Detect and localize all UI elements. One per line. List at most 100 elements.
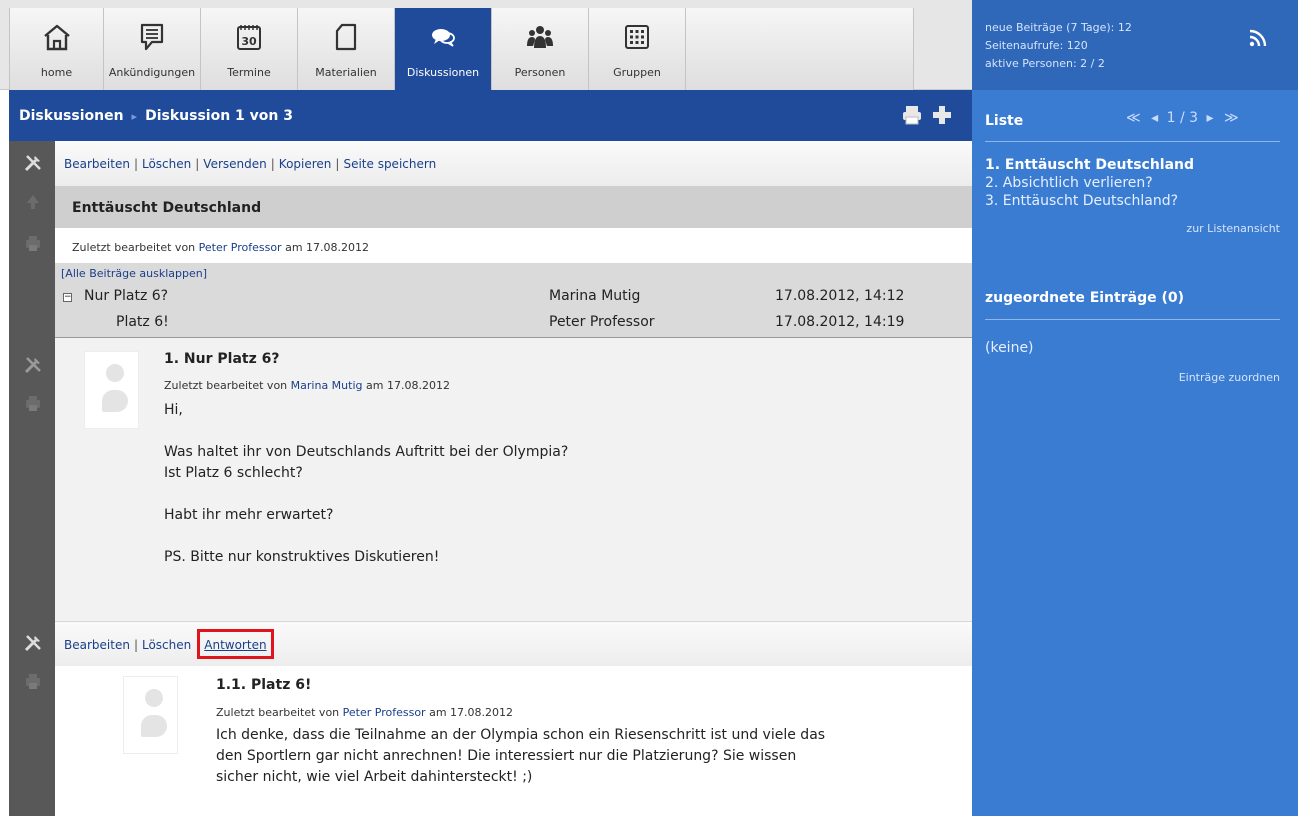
- discussion-title-bar: Enttäuscht Deutschland: [55, 186, 972, 228]
- calendar-day: 30: [241, 35, 257, 48]
- save-page-link[interactable]: Seite speichern: [343, 157, 436, 171]
- list-item[interactable]: 1. Enttäuscht Deutschland: [985, 157, 1194, 173]
- post-paragraph: Habt ihr mehr erwartet?: [164, 507, 334, 523]
- assigned-heading: zugeordnete Einträge (0): [985, 290, 1185, 306]
- tab-termine[interactable]: 30 Termine: [201, 8, 298, 90]
- announcement-icon: [140, 23, 164, 51]
- avatar: [84, 351, 139, 429]
- reply-tools-icon[interactable]: [23, 633, 43, 653]
- author-link[interactable]: Peter Professor: [343, 706, 426, 719]
- tree-title: Nur Platz 6?: [84, 288, 169, 304]
- tab-label: Gruppen: [613, 66, 661, 79]
- discussion-actions: Bearbeiten | Löschen | Versenden | Kopieren | Se…: [55, 141, 972, 186]
- next-page-icon[interactable]: ▸: [1206, 110, 1213, 126]
- send-link[interactable]: Versenden: [203, 157, 266, 171]
- post-tree: [Alle Beiträge ausklappen] − Nur Platz 6?…: [55, 263, 972, 338]
- module-tabs: home Ankündigungen 30 Termine Materialie…: [9, 8, 914, 90]
- tab-personen[interactable]: Personen: [492, 8, 589, 90]
- post-print-icon[interactable]: [23, 393, 43, 413]
- discussion-edited-info: Zuletzt bearbeitet von Peter Professor a…: [55, 228, 972, 263]
- post-body: Ich denke, dass die Teilnahme an der Oly…: [216, 725, 825, 788]
- discussion-content: Bearbeiten | Löschen | Versenden | Kopieren | Se…: [55, 141, 972, 816]
- prev-page-icon[interactable]: ◂: [1151, 110, 1158, 126]
- list-view-link[interactable]: zur Listenansicht: [1186, 222, 1280, 235]
- first-page-icon[interactable]: ≪: [1126, 110, 1141, 126]
- tab-label: Personen: [514, 66, 566, 79]
- post-paragraph: Was haltet ihr von Deutschlands Auftritt…: [164, 444, 569, 460]
- edited-prefix: Zuletzt bearbeitet von: [164, 379, 288, 392]
- calendar-icon: 30: [237, 25, 261, 50]
- bookmark-icon[interactable]: [23, 191, 43, 211]
- edited-on: am: [285, 241, 303, 254]
- edited-date: 17.08.2012: [306, 241, 370, 254]
- post-paragraph: den Sportlern gar nicht anrechnen! Die i…: [216, 748, 797, 764]
- post-paragraph: Ist Platz 6 schlecht?: [164, 465, 303, 481]
- tab-home[interactable]: home: [9, 8, 104, 90]
- tools-icon[interactable]: [23, 153, 43, 173]
- tab-label: Termine: [227, 66, 271, 79]
- edited-prefix: Zuletzt bearbeitet von: [72, 241, 196, 254]
- breadcrumb-current: Diskussion 1 von 3: [145, 108, 293, 124]
- edited-by-link[interactable]: Peter Professor: [199, 241, 282, 254]
- copy-link[interactable]: Kopieren: [279, 157, 332, 171]
- tree-author: Peter Professor: [549, 314, 655, 330]
- post-edit-link[interactable]: Bearbeiten: [64, 638, 130, 652]
- assign-entries-link[interactable]: Einträge zuordnen: [1179, 371, 1280, 384]
- post-paragraph: PS. Bitte nur konstruktives Diskutieren!: [164, 549, 440, 565]
- post-paragraph: Hi,: [164, 402, 183, 418]
- list-item[interactable]: 2. Absichtlich verlieren?: [985, 175, 1153, 191]
- expand-all-link[interactable]: [Alle Beiträge ausklappen]: [61, 267, 207, 280]
- collapse-icon[interactable]: −: [63, 293, 72, 302]
- page-indicator: 1 / 3: [1166, 110, 1199, 126]
- list-item[interactable]: 3. Enttäuscht Deutschland?: [985, 193, 1178, 209]
- breadcrumb-separator-icon: ▸: [131, 110, 138, 123]
- post-tools-icon[interactable]: [23, 355, 43, 375]
- print-icon[interactable]: [901, 104, 923, 126]
- discussion-title: Enttäuscht Deutschland: [72, 200, 262, 216]
- top-navigation: home Ankündigungen 30 Termine Materialie…: [0, 0, 972, 90]
- breadcrumb-section[interactable]: Diskussionen: [19, 108, 124, 124]
- last-page-icon[interactable]: ≫: [1224, 110, 1239, 126]
- divider: [985, 141, 1280, 142]
- tab-gruppen[interactable]: Gruppen: [589, 8, 686, 90]
- tab-materialien[interactable]: Materialien: [298, 8, 395, 90]
- avatar: [123, 676, 178, 754]
- people-icon: [527, 26, 553, 48]
- tool-strip: [9, 141, 55, 816]
- post-title: 1.1. Platz 6!: [216, 677, 312, 693]
- reply-highlight: Antworten: [197, 629, 274, 659]
- post-paragraph: Ich denke, dass die Teilnahme an der Oly…: [216, 727, 826, 743]
- post-delete-link[interactable]: Löschen: [142, 638, 191, 652]
- post-date: 17.08.2012: [386, 379, 450, 392]
- post-title: 1. Nur Platz 6?: [164, 351, 280, 367]
- reply-link[interactable]: Antworten: [204, 638, 266, 652]
- list-heading: Liste: [985, 113, 1024, 129]
- edited-prefix: Zuletzt bearbeitet von: [216, 706, 340, 719]
- rss-icon[interactable]: [1248, 28, 1268, 48]
- tab-diskussionen[interactable]: Diskussionen: [395, 8, 492, 90]
- stat-page-views: Seitenaufrufe: 120: [985, 39, 1088, 52]
- post: 1.1. Platz 6! Zuletzt bearbeitet von Pet…: [55, 666, 972, 816]
- edited-on: am: [366, 379, 384, 392]
- groups-icon: [625, 25, 649, 49]
- author-link[interactable]: Marina Mutig: [291, 379, 363, 392]
- discussion-icon: [432, 29, 455, 47]
- tab-label: Ankündigungen: [108, 66, 196, 79]
- tree-date: 17.08.2012, 14:19: [775, 314, 905, 330]
- breadcrumb: Diskussionen ▸ Diskussion 1 von 3: [19, 108, 293, 124]
- print-page-icon[interactable]: [23, 233, 43, 253]
- edit-link[interactable]: Bearbeiten: [64, 157, 130, 171]
- post: 1. Nur Platz 6? Zuletzt bearbeitet von M…: [55, 338, 972, 621]
- tree-title: Platz 6!: [116, 314, 169, 330]
- add-icon[interactable]: [931, 104, 953, 126]
- tree-author: Marina Mutig: [549, 288, 641, 304]
- reply-print-icon[interactable]: [23, 671, 43, 691]
- delete-link[interactable]: Löschen: [142, 157, 191, 171]
- divider: [985, 319, 1280, 320]
- tree-date: 17.08.2012, 14:12: [775, 288, 905, 304]
- home-icon: [43, 24, 70, 51]
- tab-ankuendigungen[interactable]: Ankündigungen: [104, 8, 201, 90]
- title-bar: Diskussionen ▸ Diskussion 1 von 3: [9, 90, 972, 141]
- tab-label: Diskussionen: [406, 66, 480, 79]
- sidebar: neue Beiträge (7 Tage): 12 Seitenaufrufe…: [972, 0, 1298, 816]
